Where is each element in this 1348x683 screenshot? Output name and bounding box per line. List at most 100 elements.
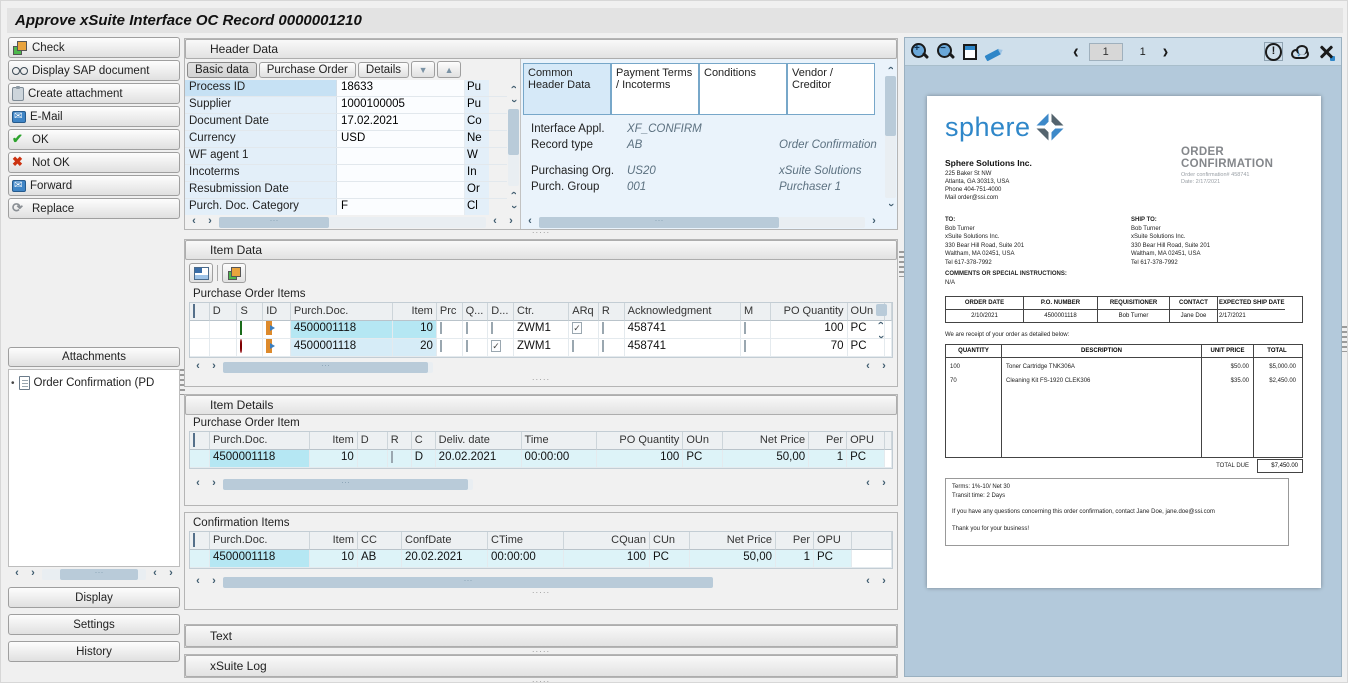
scroll-left-icon[interactable]: ‹ xyxy=(191,361,205,373)
item-details-panel-title[interactable]: Item Details xyxy=(185,395,897,415)
field-row-document-date[interactable]: Document Date 17.02.2021 Co xyxy=(185,114,507,131)
scroll-left-icon[interactable]: ‹ xyxy=(148,568,162,580)
scroll-track[interactable] xyxy=(223,362,433,373)
field-row-wf-agent[interactable]: WF agent 1 W xyxy=(185,148,507,165)
col-d[interactable]: D xyxy=(358,432,388,450)
po-item-detail-row[interactable]: 4500001118 10 D 20.02.2021 00:00:00 100 … xyxy=(190,450,892,468)
q-checkbox[interactable] xyxy=(466,322,468,334)
attachment-item[interactable]: • Order Confirmation (PD xyxy=(11,376,177,390)
xsuite-log-panel-title[interactable]: xSuite Log xyxy=(185,655,897,677)
alert-icon[interactable] xyxy=(1264,42,1283,61)
scroll-thumb[interactable] xyxy=(876,304,887,316)
d-checkbox[interactable] xyxy=(491,322,493,334)
header-data-panel-title[interactable]: Header Data xyxy=(185,39,897,59)
col-item[interactable]: Item xyxy=(310,432,358,450)
po-items-vscrollbar[interactable]: › › xyxy=(875,304,887,344)
layout-settings-button[interactable] xyxy=(189,263,213,283)
col-oun[interactable]: OUn xyxy=(683,432,723,450)
header-fields-vscrollbar[interactable]: › › › › xyxy=(507,80,520,215)
col-d[interactable]: D xyxy=(210,303,238,321)
m-checkbox[interactable] xyxy=(744,322,746,334)
zoom-in-icon[interactable]: + xyxy=(911,43,929,61)
previous-page-icon[interactable]: ‹ xyxy=(1073,40,1079,64)
scroll-thumb[interactable] xyxy=(60,569,138,580)
r-checkbox[interactable] xyxy=(602,322,604,334)
scroll-right-icon[interactable]: › xyxy=(203,216,217,228)
scroll-right-icon[interactable]: › xyxy=(867,216,881,228)
settings-button[interactable]: Settings xyxy=(8,614,180,635)
select-all-header[interactable] xyxy=(190,432,210,450)
scroll-left-icon[interactable]: ‹ xyxy=(10,568,24,580)
scroll-thumb[interactable] xyxy=(223,577,713,588)
scroll-thumb[interactable] xyxy=(508,109,519,155)
panel-splitter-handle[interactable]: ····· xyxy=(185,229,897,236)
col-r[interactable]: R xyxy=(599,303,625,321)
display-button[interactable]: Display xyxy=(8,587,180,608)
scroll-right-icon[interactable]: › xyxy=(207,478,221,490)
tab-common-header-data[interactable]: Common Header Data xyxy=(523,63,611,115)
scroll-track[interactable] xyxy=(42,569,146,580)
scroll-track[interactable] xyxy=(508,109,519,186)
col-net-price[interactable]: Net Price xyxy=(723,432,809,450)
scroll-up-icon[interactable]: › xyxy=(508,187,520,200)
scroll-thumb[interactable] xyxy=(539,217,779,228)
zoom-out-icon[interactable]: − xyxy=(937,43,955,61)
col-r[interactable]: R xyxy=(388,432,412,450)
col-arq[interactable]: ARq xyxy=(569,303,599,321)
col-c[interactable]: C xyxy=(412,432,436,450)
scroll-track[interactable] xyxy=(885,76,896,198)
col-cc[interactable]: CC xyxy=(358,532,402,550)
po-items-hscrollbar[interactable]: ‹ › ‹ › xyxy=(189,360,893,374)
col-ctime[interactable]: CTime xyxy=(488,532,564,550)
po-item-hscrollbar[interactable]: ‹ › ‹ › xyxy=(189,477,893,491)
col-acknowledgment[interactable]: Acknowledgment xyxy=(625,303,741,321)
col-per[interactable]: Per xyxy=(776,532,814,550)
scroll-right-icon[interactable]: › xyxy=(877,576,891,588)
col-po-quantity[interactable]: PO Quantity xyxy=(597,432,683,450)
col-id[interactable]: ID xyxy=(263,303,291,321)
tab-details[interactable]: Details xyxy=(358,62,409,78)
d-checkbox[interactable]: ✓ xyxy=(491,340,501,352)
forward-button[interactable]: Forward xyxy=(8,175,180,196)
q-checkbox[interactable] xyxy=(466,340,468,352)
panel-splitter-handle[interactable]: ····· xyxy=(184,678,898,683)
field-row-incoterms[interactable]: Incoterms In xyxy=(185,165,507,182)
scroll-left-icon[interactable]: ‹ xyxy=(187,216,201,228)
sort-down-icon[interactable]: ▼ xyxy=(411,61,435,78)
detail-vscrollbar[interactable]: › › xyxy=(884,61,897,213)
not-ok-button[interactable]: Not OK xyxy=(8,152,180,173)
col-cquan[interactable]: CQuan xyxy=(564,532,650,550)
scroll-left-icon[interactable]: ‹ xyxy=(191,478,205,490)
select-all-header[interactable] xyxy=(190,532,210,550)
highlighter-icon[interactable] xyxy=(985,48,1002,61)
scroll-right-icon[interactable]: › xyxy=(504,216,518,228)
text-panel-title[interactable]: Text xyxy=(185,625,897,647)
arq-checkbox[interactable] xyxy=(572,340,574,352)
col-opu[interactable]: OPU xyxy=(814,532,852,550)
scroll-left-icon[interactable]: ‹ xyxy=(523,216,537,228)
col-po-quantity[interactable]: PO Quantity xyxy=(771,303,848,321)
scroll-down-icon[interactable]: › xyxy=(508,201,520,214)
tools-icon[interactable] xyxy=(1317,43,1335,61)
scroll-right-icon[interactable]: › xyxy=(26,568,40,580)
col-purch-doc[interactable]: Purch.Doc. xyxy=(210,532,310,550)
col-opu[interactable]: OPU xyxy=(847,432,885,450)
col-prc[interactable]: Prc xyxy=(437,303,463,321)
tab-vendor-creditor[interactable]: Vendor / Creditor xyxy=(787,63,875,115)
col-conf-date[interactable]: ConfDate xyxy=(402,532,488,550)
download-cloud-icon[interactable] xyxy=(1291,49,1309,59)
r-checkbox[interactable] xyxy=(391,451,393,463)
scroll-right-icon[interactable]: › xyxy=(877,361,891,373)
col-item[interactable]: Item xyxy=(310,532,358,550)
field-row-resubmission-date[interactable]: Resubmission Date Or xyxy=(185,182,507,199)
col-q[interactable]: Q... xyxy=(463,303,489,321)
scroll-down-icon[interactable]: › xyxy=(508,95,520,108)
scroll-thumb[interactable] xyxy=(223,362,428,373)
col-deliv-date[interactable]: Deliv. date xyxy=(436,432,522,450)
panel-splitter-handle[interactable]: ····· xyxy=(185,589,897,596)
scroll-left-icon[interactable]: ‹ xyxy=(861,576,875,588)
scroll-right-icon[interactable]: › xyxy=(877,478,891,490)
col-purch-doc[interactable]: Purch.Doc. xyxy=(291,303,394,321)
next-page-icon[interactable]: › xyxy=(1163,40,1169,64)
current-page-input[interactable]: 1 xyxy=(1089,43,1123,61)
